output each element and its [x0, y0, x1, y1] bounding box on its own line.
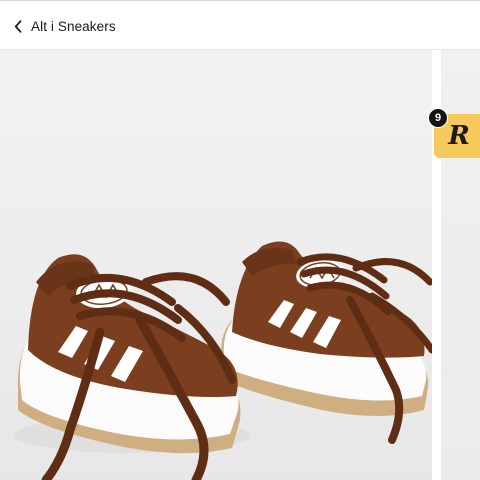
badge-letter: R — [448, 121, 470, 151]
image-gallery[interactable]: R 9 — [0, 50, 480, 480]
back-button[interactable]: Alt i Sneakers — [14, 19, 116, 34]
product-photo[interactable] — [0, 50, 432, 480]
divider — [0, 0, 480, 1]
top-bar: Alt i Sneakers — [0, 0, 480, 50]
back-label: Alt i Sneakers — [31, 19, 116, 34]
chevron-left-icon — [14, 20, 22, 33]
badge-count: 9 — [428, 108, 448, 128]
